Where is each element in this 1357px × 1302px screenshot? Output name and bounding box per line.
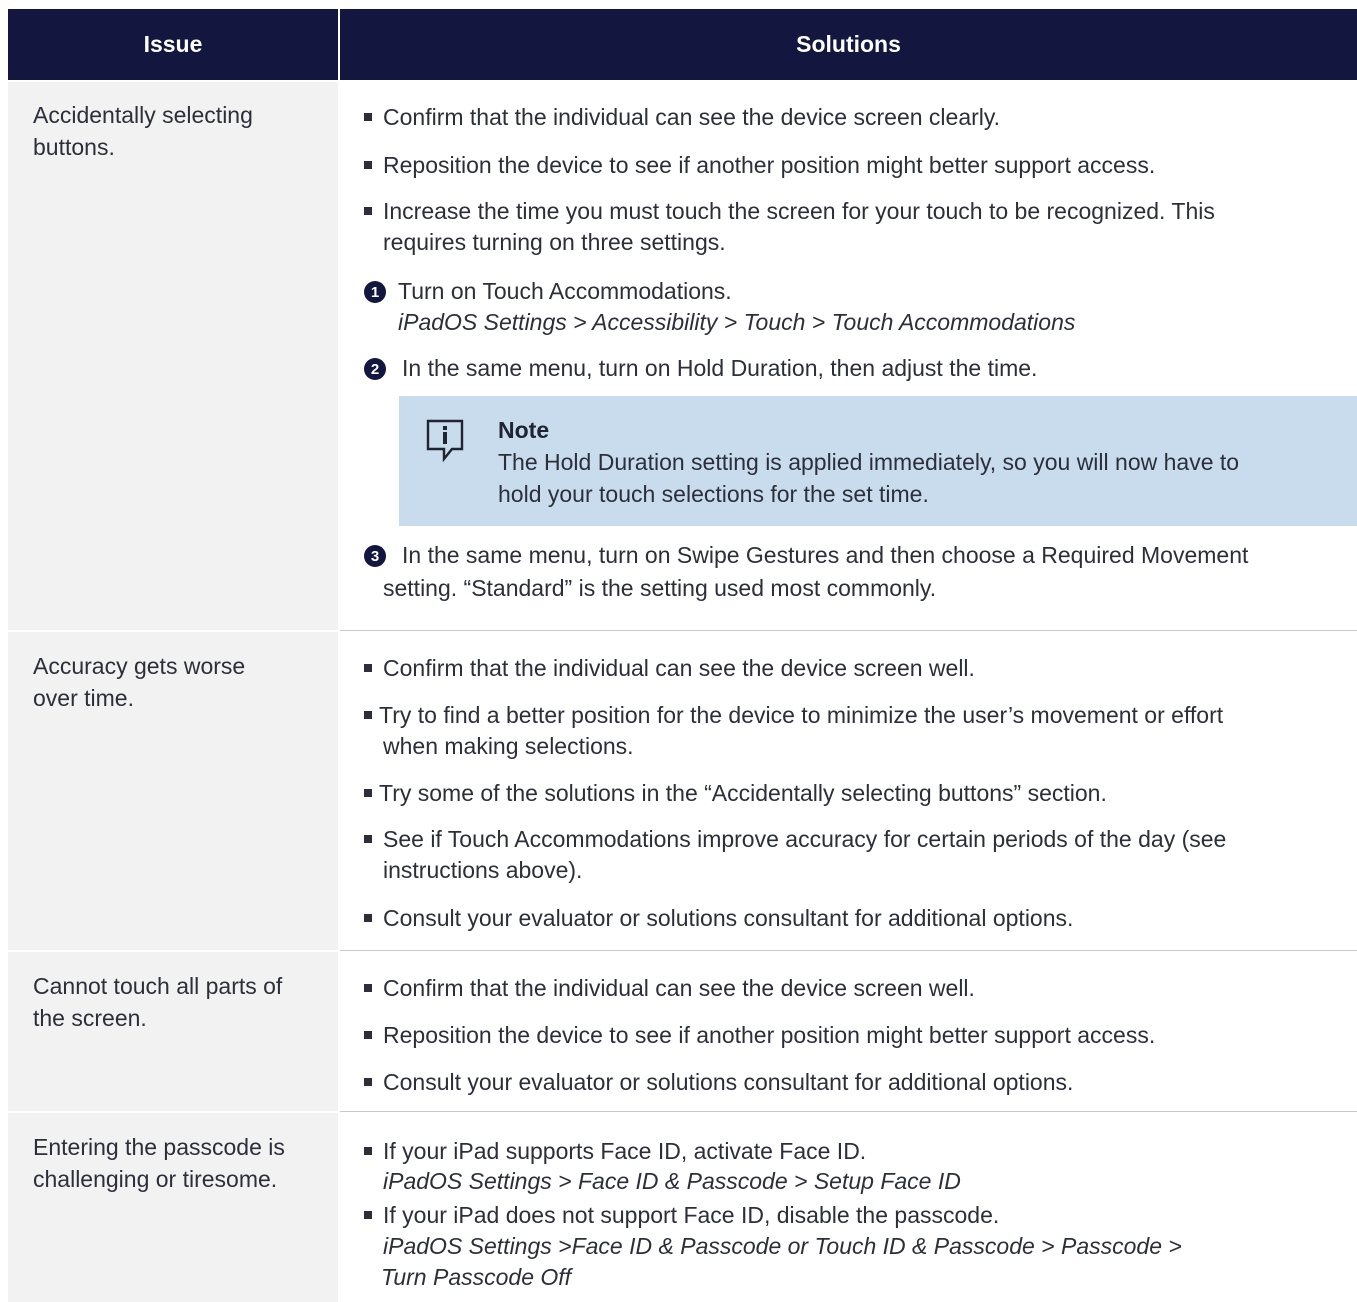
bullet-marker	[364, 1078, 372, 1086]
solution-text: Reposition the device to see if another …	[383, 152, 1156, 178]
bullet-marker	[364, 664, 372, 672]
header-issue: Issue	[8, 9, 338, 80]
solution-text: Confirm that the individual can see the …	[383, 104, 1001, 130]
row-divider	[340, 1111, 1357, 1112]
bullet-marker	[364, 835, 372, 843]
solution-text: requires turning on three settings.	[383, 229, 726, 255]
issue-cell: Accuracy gets worse over time.	[8, 632, 338, 950]
bullet-marker	[364, 914, 372, 922]
step-text: In the same menu, turn on Hold Duration,…	[402, 355, 1038, 381]
step-number-3: 3	[364, 545, 386, 567]
solution-text: Consult your evaluator or solutions cons…	[383, 1069, 1074, 1095]
step-number-1: 1	[364, 281, 386, 303]
bullet-marker	[364, 984, 372, 992]
issue-text: Cannot touch all parts of the screen.	[33, 973, 283, 1031]
solution-text: See if Touch Accommodations improve accu…	[383, 826, 1227, 852]
issue-cell: Accidentally selecting buttons.	[8, 82, 338, 630]
solution-text: Consult your evaluator or solutions cons…	[383, 905, 1074, 931]
solution-text: when making selections.	[383, 733, 634, 759]
solution-text: Try to find a better position for the de…	[379, 702, 1224, 728]
issue-cell: Cannot touch all parts of the screen.	[8, 952, 338, 1111]
row-divider	[340, 630, 1357, 631]
step-text: Turn on Touch Accommodations.	[398, 278, 732, 304]
solution-text: Confirm that the individual can see the …	[383, 655, 975, 681]
bullet-marker	[364, 161, 372, 169]
header-solutions: Solutions	[340, 9, 1357, 80]
solution-text: Try some of the solutions in the “Accide…	[379, 780, 1107, 806]
bullet-marker	[364, 1211, 372, 1219]
info-icon	[426, 419, 464, 463]
note-callout: Note The Hold Duration setting is applie…	[399, 396, 1357, 526]
settings-path: Turn Passcode Off	[381, 1264, 572, 1290]
note-title: Note	[498, 417, 550, 443]
step-number-2: 2	[364, 358, 386, 380]
bullet-marker	[364, 1031, 372, 1039]
bullet-marker	[364, 113, 372, 121]
solution-text: Increase the time you must touch the scr…	[383, 198, 1215, 224]
bullet-marker	[364, 207, 372, 215]
solution-text: Reposition the device to see if another …	[383, 1022, 1156, 1048]
table-header: Issue Solutions	[8, 9, 1357, 80]
step-text: In the same menu, turn on Swipe Gestures…	[402, 542, 1249, 568]
step-text: setting. “Standard” is the setting used …	[383, 575, 937, 601]
note-body: The Hold Duration setting is applied imm…	[498, 449, 1240, 507]
solution-text: instructions above).	[383, 857, 583, 883]
bullet-marker	[364, 1147, 372, 1155]
issue-text: Entering the passcode is challenging or t…	[33, 1134, 285, 1192]
issue-cell: Entering the passcode is challenging or t…	[8, 1113, 338, 1302]
issue-text: Accuracy gets worse over time.	[33, 653, 246, 711]
settings-path: iPadOS Settings >Face ID & Passcode or T…	[383, 1233, 1182, 1259]
row-divider	[340, 950, 1357, 951]
issue-text: Accidentally selecting buttons.	[33, 102, 253, 160]
settings-path: iPadOS Settings > Face ID & Passcode > S…	[383, 1168, 961, 1194]
solution-text: If your iPad does not support Face ID, d…	[383, 1202, 1000, 1228]
settings-path: iPadOS Settings > Accessibility > Touch …	[398, 309, 1076, 335]
solution-text: If your iPad supports Face ID, activate …	[383, 1138, 867, 1164]
bullet-marker	[364, 789, 372, 797]
solution-text: Confirm that the individual can see the …	[383, 975, 975, 1001]
bullet-marker	[364, 711, 372, 719]
